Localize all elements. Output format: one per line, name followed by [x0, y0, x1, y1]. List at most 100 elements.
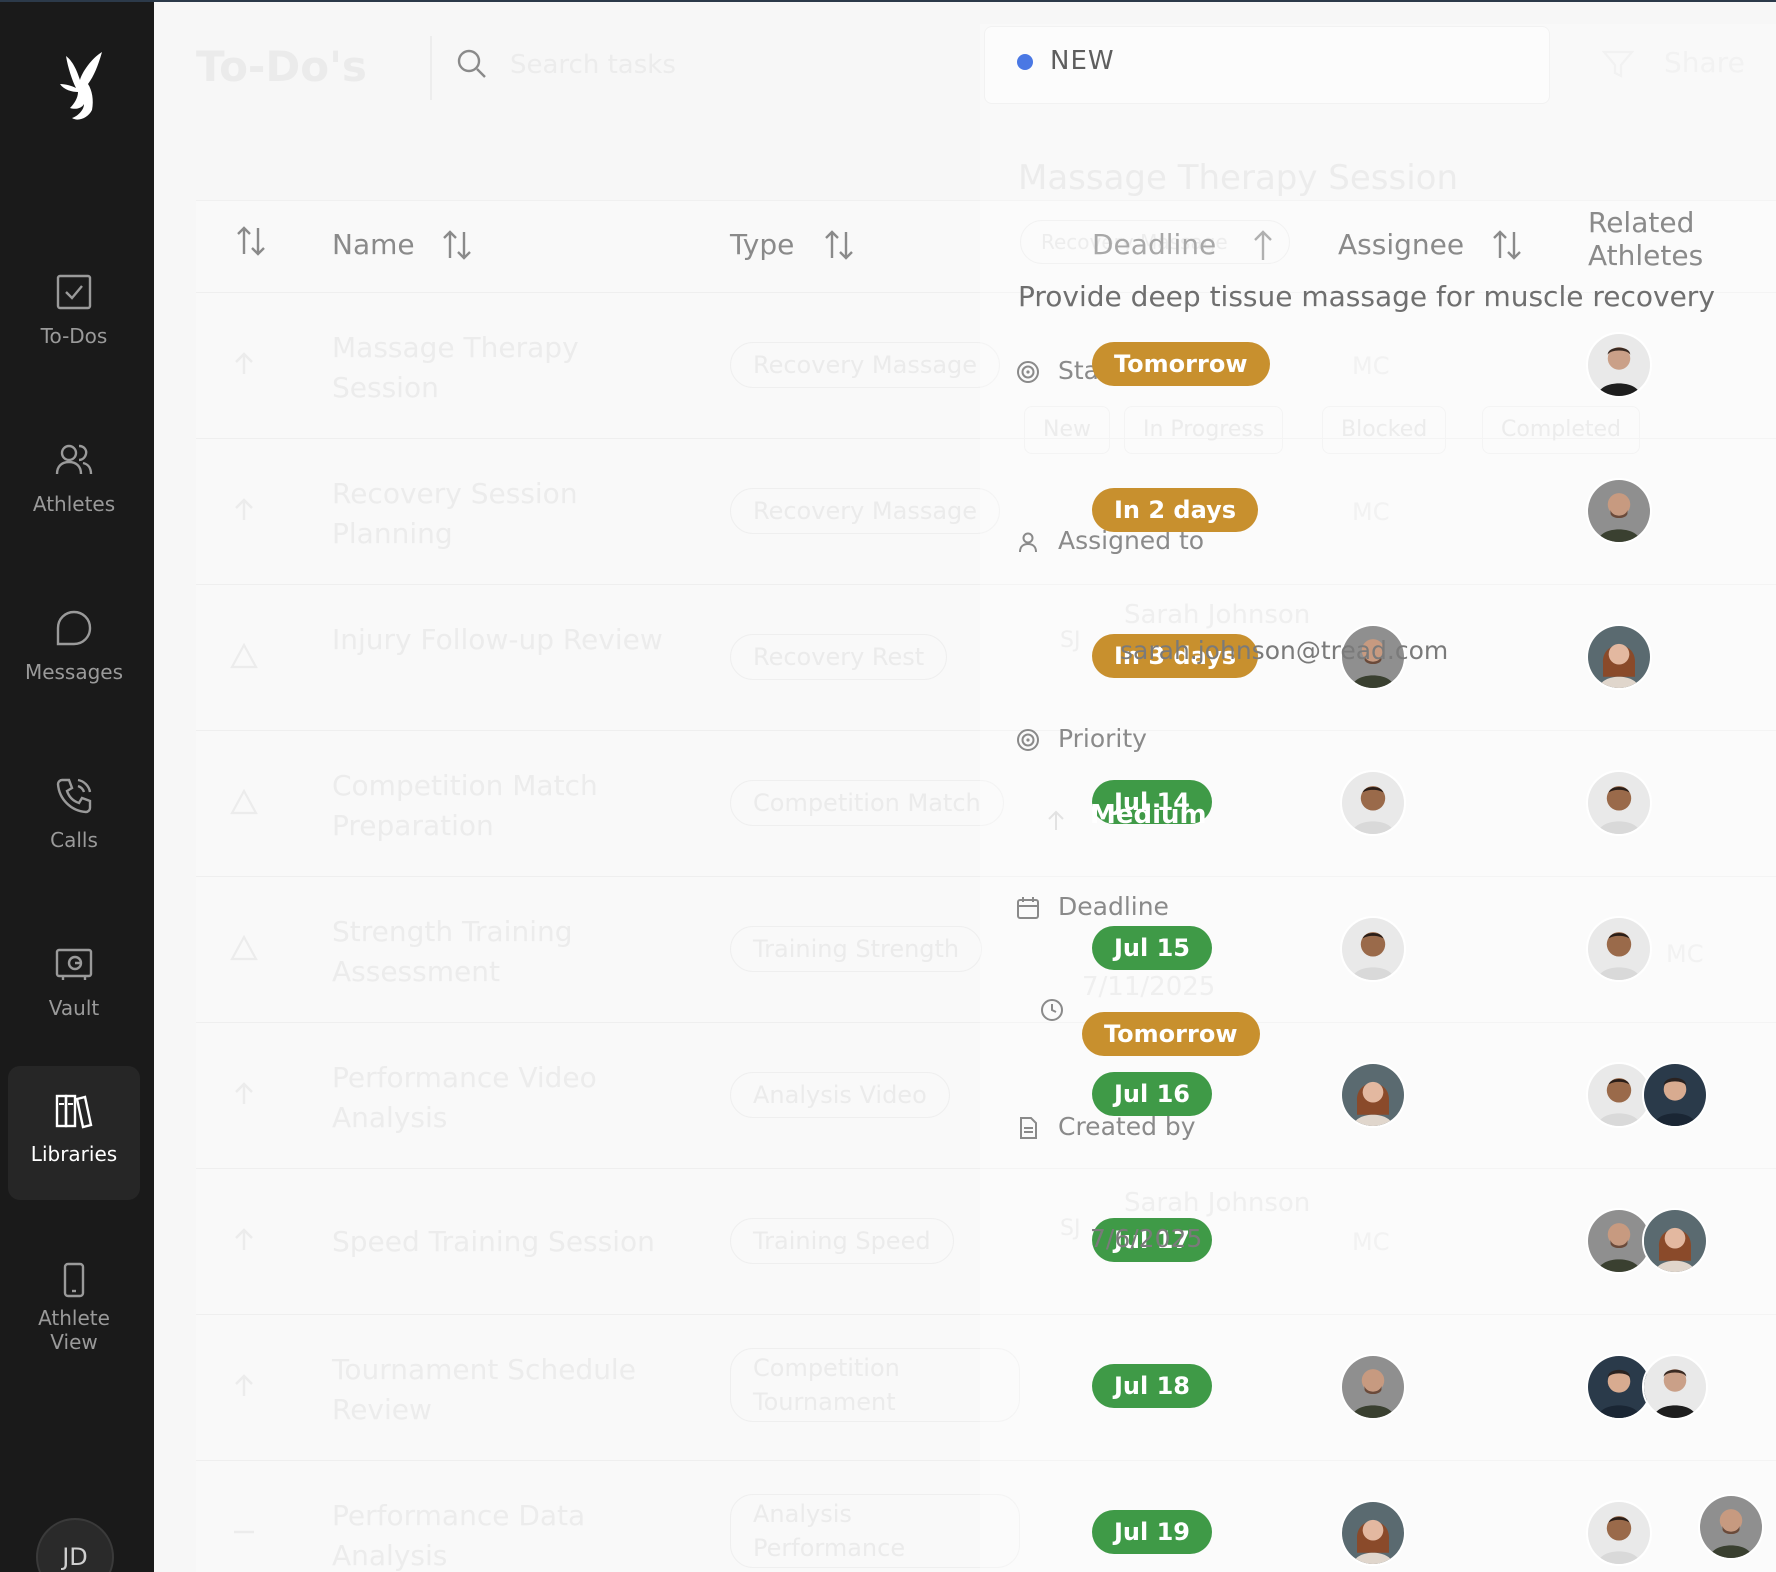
search-input[interactable]: [510, 44, 930, 86]
arrow-up-icon: [235, 1082, 253, 1104]
header-divider: [430, 36, 432, 100]
arrow-up-icon: [235, 498, 253, 520]
sort-ascending-icon[interactable]: [1248, 228, 1278, 262]
assignee-avatar[interactable]: [1340, 916, 1406, 982]
column-header-type[interactable]: Type: [730, 228, 794, 261]
related-athlete-avatar[interactable]: [1586, 478, 1652, 544]
nav-messages[interactable]: Messages: [8, 584, 140, 716]
nav-label: Vault: [48, 996, 100, 1020]
status-label: NEW: [1050, 46, 1115, 76]
page-title: To-Do's: [196, 42, 367, 91]
nav-label: Messages: [24, 660, 124, 684]
task-name[interactable]: Performance Video Analysis: [332, 1058, 672, 1138]
detail-title: Massage Therapy Session: [1018, 158, 1459, 198]
chat-bubble-icon: [56, 610, 92, 646]
assignee-avatar[interactable]: [1340, 770, 1406, 836]
related-athlete-avatar[interactable]: [1586, 1500, 1652, 1566]
related-athlete-avatar[interactable]: [1586, 770, 1652, 836]
document-icon: [1020, 1117, 1037, 1139]
task-name[interactable]: Massage Therapy Session: [332, 328, 672, 408]
column-header-deadline[interactable]: Deadline: [1092, 228, 1216, 261]
deadline-badge: Jul 16: [1092, 1072, 1212, 1116]
deadline-field-label: Deadline: [1058, 892, 1169, 921]
column-header-related-athletes[interactable]: Related Athletes: [1588, 206, 1703, 272]
deadline-badge: In 2 days: [1092, 488, 1258, 532]
task-type-tag: Analysis Video: [730, 1072, 950, 1118]
books-icon: [55, 1094, 93, 1129]
task-type-tag: Recovery Massage: [730, 488, 1001, 534]
task-name[interactable]: Recovery Session Planning: [332, 474, 672, 554]
warning-triangle-icon: [230, 788, 258, 815]
column-header-assignee[interactable]: Assignee: [1338, 228, 1464, 261]
search-icon: [457, 49, 486, 78]
assignee-avatar[interactable]: [1340, 1354, 1406, 1420]
brand-logo-icon[interactable]: [52, 46, 112, 126]
deadline-badge: Jul 18: [1092, 1364, 1212, 1408]
deadline-badge: Tomorrow: [1092, 342, 1270, 386]
deadline-relative-badge: Tomorrow: [1082, 1012, 1260, 1056]
nav-todos[interactable]: To-Dos: [8, 248, 140, 380]
nav-label: Athletes: [32, 492, 116, 516]
nav-label: Libraries: [30, 1142, 118, 1166]
nav-athletes[interactable]: Athletes: [8, 416, 140, 548]
clock-icon: [1041, 999, 1063, 1021]
arrow-up-icon: [235, 352, 253, 374]
created-date: 7/6/2025: [1090, 1224, 1203, 1253]
task-name[interactable]: Injury Follow-up Review: [332, 620, 672, 660]
sort-icon[interactable]: [1492, 228, 1522, 262]
deadline-badge: Jul 15: [1092, 926, 1212, 970]
related-athlete-avatar[interactable]: [1642, 1208, 1708, 1274]
task-type-tag: Training Speed: [730, 1218, 954, 1264]
assignee-avatar[interactable]: [1340, 1500, 1406, 1566]
arrow-up-icon: [235, 1374, 253, 1396]
arrow-up-icon: [1048, 810, 1064, 830]
minus-icon: [234, 1530, 254, 1534]
column-header-name[interactable]: Name: [332, 228, 415, 261]
phone-icon: [56, 778, 92, 814]
nav-calls[interactable]: Calls: [8, 752, 140, 884]
calendar-icon: [1017, 897, 1039, 919]
users-icon: [55, 444, 93, 475]
nav-vault[interactable]: Vault: [8, 920, 140, 1052]
task-name[interactable]: Competition Match Preparation: [332, 766, 672, 846]
task-type-tag: Training Strength: [730, 926, 983, 972]
detail-description: Provide deep tissue massage for muscle r…: [1018, 280, 1715, 313]
related-athlete-avatar[interactable]: [1642, 1062, 1708, 1128]
sort-icon[interactable]: [442, 228, 472, 262]
warning-triangle-icon: [230, 642, 258, 669]
checkbox-icon: [56, 274, 92, 310]
header-line: Related: [1588, 206, 1695, 239]
related-athlete-avatar[interactable]: [1586, 624, 1652, 690]
related-athlete-avatar[interactable]: [1586, 332, 1652, 398]
nav-libraries[interactable]: Libraries: [8, 1066, 140, 1200]
status-dot: [1017, 54, 1033, 70]
deadline-badge: Jul 19: [1092, 1510, 1212, 1554]
task-name[interactable]: Strength Training Assessment: [332, 912, 672, 992]
nav-label: To-Dos: [40, 324, 108, 348]
assignee-avatar[interactable]: [1340, 1062, 1406, 1128]
sidebar: To-Dos Athletes Messages Calls Vault Lib…: [0, 0, 154, 1572]
nav-label-line2: View: [50, 1330, 98, 1354]
target-icon: [1017, 729, 1039, 751]
sort-priority-icon[interactable]: [236, 224, 266, 258]
assignee-email: sarah.johnson@tread.com: [1120, 636, 1449, 665]
task-type-tag: Analysis Performance: [730, 1494, 1020, 1568]
related-athlete-avatar[interactable]: [1642, 1354, 1708, 1420]
nav-athlete-view[interactable]: Athlete View: [8, 1236, 140, 1376]
mobile-icon: [63, 1262, 85, 1298]
window-top-border: [0, 0, 1776, 2]
related-athlete-avatar[interactable]: [1586, 916, 1652, 982]
task-name[interactable]: Tournament Schedule Review: [332, 1350, 672, 1430]
sort-icon[interactable]: [824, 228, 854, 262]
user-avatar[interactable]: JD: [36, 1518, 114, 1572]
target-icon: [1017, 361, 1039, 383]
nav-label: Athlete: [38, 1306, 110, 1330]
task-name[interactable]: Performance Data Analysis: [332, 1496, 672, 1572]
related-athlete-avatar[interactable]: [1698, 1494, 1764, 1560]
arrow-up-icon: [235, 1228, 253, 1250]
user-icon: [1019, 532, 1037, 553]
vault-icon: [55, 948, 93, 980]
priority-field-label: Priority: [1058, 724, 1147, 753]
task-type-tag: Competition Match: [730, 780, 1004, 826]
task-name[interactable]: Speed Training Session: [332, 1222, 752, 1262]
